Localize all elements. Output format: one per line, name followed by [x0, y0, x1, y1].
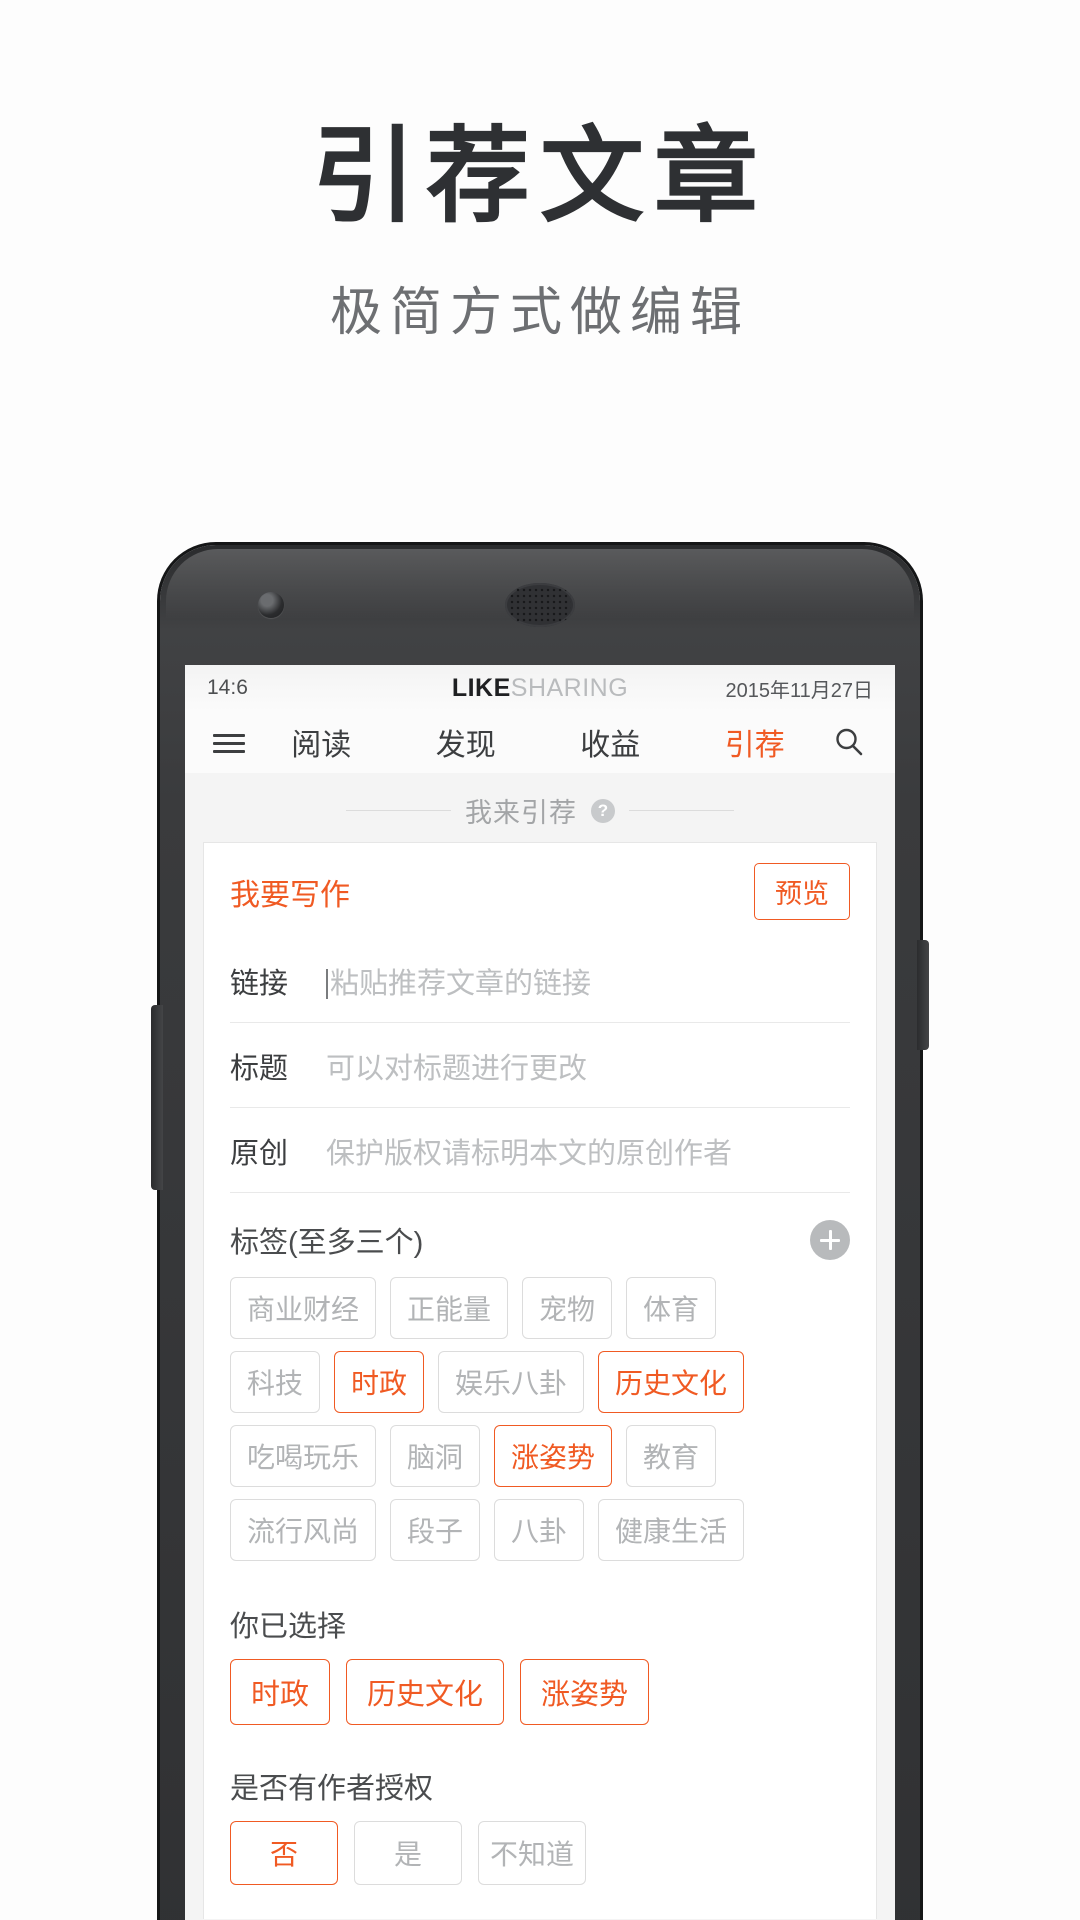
tag-chip[interactable]: 健康生活 [598, 1499, 745, 1561]
page-subtitle: 极简方式做编辑 [329, 284, 750, 343]
help-icon[interactable]: ? [591, 798, 615, 823]
phone-screen: 14:6 LIKESHARING 2015年11月27日 阅读 发现 收益 引荐 [185, 665, 895, 1920]
field-link-placeholder: 粘贴推荐文章的链接 [330, 968, 592, 1000]
field-title[interactable]: 标题 可以对标题进行更改 [230, 1023, 850, 1108]
phone-power-button[interactable] [917, 940, 929, 1050]
tag-chip-selected[interactable]: 历史文化 [598, 1351, 745, 1413]
tag-chip[interactable]: 娱乐八卦 [438, 1351, 585, 1413]
app-logo-light: SHARING [510, 673, 629, 702]
tag-chip[interactable]: 科技 [230, 1351, 321, 1413]
nav-item-discover[interactable]: 发现 [394, 720, 539, 764]
top-navigation-bar: 阅读 发现 收益 引荐 [185, 711, 895, 773]
divider-left [346, 810, 451, 811]
promo-header: 引荐文章 极简方式做编辑 [0, 0, 1080, 345]
write-article-link[interactable]: 我要写作 [230, 870, 350, 914]
field-link[interactable]: 链接 粘贴推荐文章的链接 [230, 938, 850, 1023]
tag-chip-selected[interactable]: 时政 [334, 1351, 425, 1413]
tag-chip[interactable]: 宠物 [522, 1277, 613, 1339]
section-heading: 我来引荐 ? [185, 773, 895, 842]
chosen-tag-chip[interactable]: 历史文化 [346, 1659, 505, 1725]
recommend-form-page: 我来引荐 ? 我要写作 预览 链接 粘贴推荐文章的链接 标题 可以对标题进行更改 [185, 773, 895, 1920]
hamburger-icon[interactable] [209, 729, 249, 755]
tag-chip[interactable]: 体育 [626, 1277, 717, 1339]
app-logo: LIKESHARING [185, 674, 895, 703]
tag-chip[interactable]: 段子 [390, 1499, 481, 1561]
promo-page: 引荐文章 极简方式做编辑 14:6 LIKESHARING 2015年11月27… [0, 0, 1080, 1920]
page-title: 引荐文章 [311, 114, 768, 237]
app-logo-bold: LIKE [451, 673, 511, 702]
field-title-label: 标题 [230, 1053, 289, 1085]
chosen-tag-chip[interactable]: 时政 [230, 1659, 331, 1725]
plus-icon[interactable] [810, 1220, 850, 1260]
tag-chip[interactable]: 吃喝玩乐 [230, 1425, 377, 1487]
tag-chip[interactable]: 八卦 [494, 1499, 585, 1561]
preview-button[interactable]: 预览 [754, 863, 850, 920]
field-original-label: 原创 [230, 1138, 289, 1170]
text-caret [326, 969, 328, 999]
chosen-tags: 时政 历史文化 涨姿势 [230, 1659, 850, 1751]
tag-chip[interactable]: 教育 [626, 1425, 717, 1487]
tag-chip[interactable]: 流行风尚 [230, 1499, 377, 1561]
search-icon[interactable] [827, 720, 871, 764]
tag-chip[interactable]: 正能量 [390, 1277, 509, 1339]
tags-title: 标签(至多三个) [230, 1227, 424, 1259]
tag-chip[interactable]: 商业财经 [230, 1277, 377, 1339]
tag-row: 科技 时政 娱乐八卦 历史文化 [230, 1351, 850, 1413]
recommend-card: 我要写作 预览 链接 粘贴推荐文章的链接 标题 可以对标题进行更改 原创 保护版… [203, 842, 877, 1919]
nav-item-earnings[interactable]: 收益 [538, 720, 683, 764]
nav-item-read[interactable]: 阅读 [249, 720, 394, 764]
authorization-option-no[interactable]: 否 [230, 1821, 338, 1885]
earpiece-speaker-icon [505, 583, 575, 627]
tag-row: 流行风尚 段子 八卦 健康生活 [230, 1499, 850, 1561]
chosen-tag-chip[interactable]: 涨姿势 [520, 1659, 650, 1725]
authorization-title: 是否有作者授权 [230, 1773, 434, 1805]
field-original[interactable]: 原创 保护版权请标明本文的原创作者 [230, 1108, 850, 1193]
field-link-label: 链接 [230, 968, 289, 1000]
card-top-row: 我要写作 预览 [230, 843, 850, 938]
phone-volume-button[interactable] [151, 1005, 163, 1190]
tag-row: 商业财经 正能量 宠物 体育 [230, 1277, 850, 1339]
authorization-option-unknown[interactable]: 不知道 [478, 1821, 586, 1885]
authorization-options: 否 是 不知道 [230, 1821, 850, 1919]
tag-chip[interactable]: 脑洞 [390, 1425, 481, 1487]
field-title-input[interactable]: 可以对标题进行更改 [326, 1045, 850, 1087]
front-camera-icon [258, 592, 284, 618]
divider-right [629, 810, 734, 811]
section-heading-label: 我来引荐 [465, 798, 577, 828]
tag-grid: 商业财经 正能量 宠物 体育 科技 时政 娱乐八卦 历史文化 吃喝玩乐 脑洞 涨… [230, 1271, 850, 1589]
tag-chip-selected[interactable]: 涨姿势 [494, 1425, 613, 1487]
field-original-input[interactable]: 保护版权请标明本文的原创作者 [326, 1130, 850, 1172]
tags-header: 标签(至多三个) [230, 1193, 850, 1271]
nav-item-recommend[interactable]: 引荐 [683, 720, 828, 764]
field-link-input[interactable]: 粘贴推荐文章的链接 [326, 960, 850, 1002]
tag-row: 吃喝玩乐 脑洞 涨姿势 教育 [230, 1425, 850, 1487]
chosen-title: 你已选择 [230, 1611, 347, 1643]
status-bar: 14:6 LIKESHARING 2015年11月27日 [185, 665, 895, 711]
authorization-option-yes[interactable]: 是 [354, 1821, 462, 1885]
